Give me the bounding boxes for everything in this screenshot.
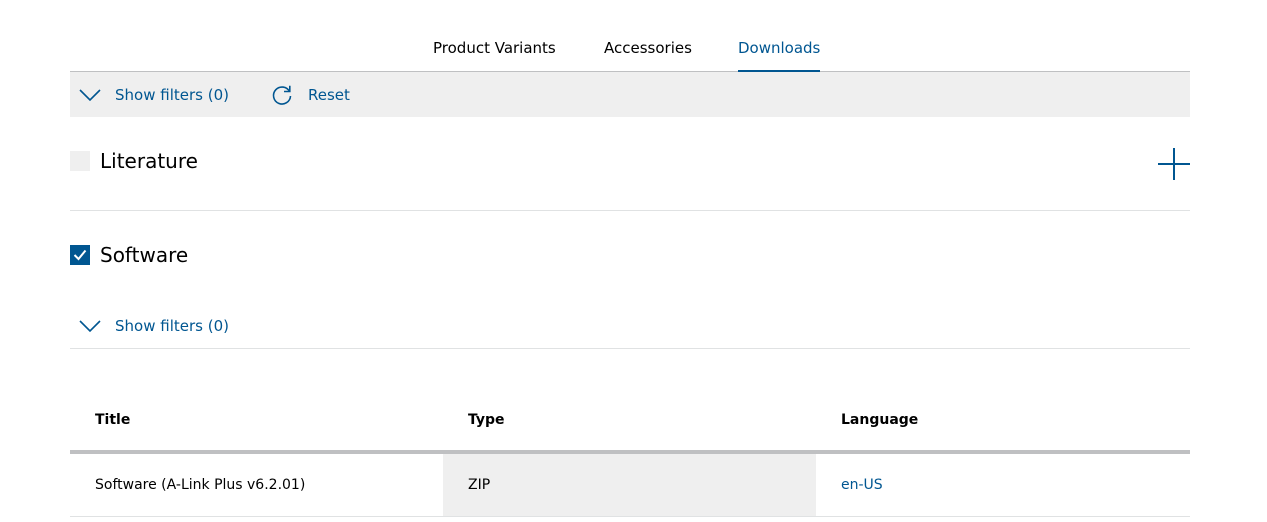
literature-checkbox[interactable] [70, 151, 90, 171]
filter-bar: Show filters (0) Reset [70, 72, 1190, 117]
cell-language[interactable]: en-US [816, 452, 1190, 517]
plus-icon[interactable] [1157, 147, 1191, 181]
column-header-type[interactable]: Type [443, 390, 816, 454]
column-header-language[interactable]: Language [816, 390, 1190, 454]
divider [70, 210, 1190, 211]
downloads-table: Title Type Language Software (A-Link Plu… [70, 390, 1190, 517]
tab-product-variants[interactable]: Product Variants [433, 38, 556, 58]
software-show-filters-toggle[interactable]: Show filters (0) [79, 303, 229, 348]
tab-bar: Product Variants Accessories Downloads [70, 0, 1190, 72]
show-filters-label: Show filters (0) [115, 85, 229, 104]
tab-downloads[interactable]: Downloads [738, 38, 821, 72]
divider [70, 348, 1190, 349]
checkmark-icon [73, 249, 87, 261]
category-software: Software [70, 243, 188, 267]
table-header-row: Title Type Language [70, 390, 1190, 454]
software-show-filters-label: Show filters (0) [115, 316, 229, 335]
cell-type: ZIP [443, 452, 816, 517]
chevron-down-icon [79, 88, 101, 102]
reset-button[interactable]: Reset [270, 72, 350, 117]
category-literature-label: Literature [100, 149, 198, 173]
column-header-title[interactable]: Title [70, 390, 443, 454]
chevron-down-icon [79, 319, 101, 333]
category-literature: Literature [70, 149, 198, 173]
refresh-icon [270, 83, 294, 107]
software-checkbox[interactable] [70, 245, 90, 265]
table-row[interactable]: Software (A-Link Plus v6.2.01) ZIP en-US [70, 452, 1190, 517]
tab-accessories[interactable]: Accessories [604, 38, 692, 58]
show-filters-toggle[interactable]: Show filters (0) [79, 72, 229, 117]
reset-label: Reset [308, 85, 350, 104]
category-software-label: Software [100, 243, 189, 267]
cell-title[interactable]: Software (A-Link Plus v6.2.01) [70, 452, 443, 517]
